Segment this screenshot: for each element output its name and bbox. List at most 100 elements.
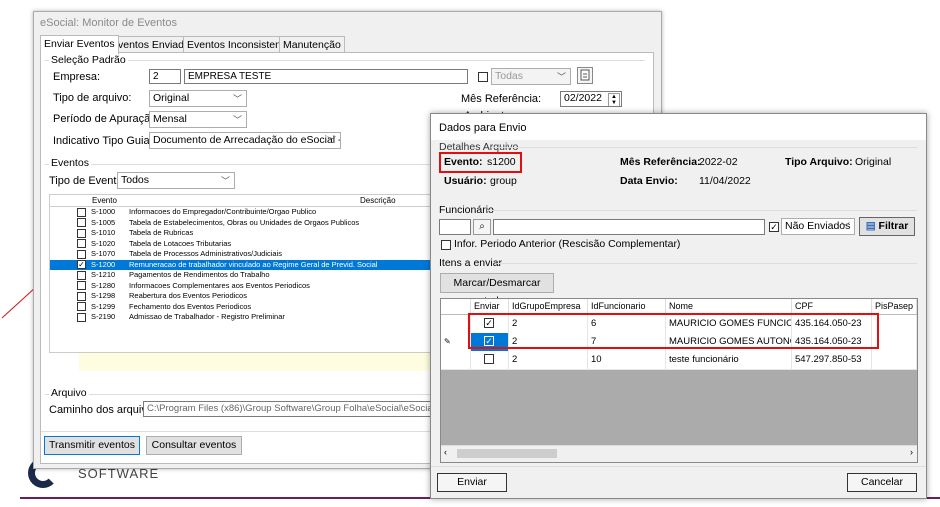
enviados-filter-combo[interactable]: Não Enviados ﹀ (781, 218, 855, 235)
evento-row[interactable]: S-1070 Tabela de Processos Administrativo… (50, 249, 440, 260)
enviar-checkbox[interactable] (484, 354, 494, 364)
evento-row[interactable]: S-1280 Informacoes Complementares aos Eve… (50, 281, 440, 292)
tipo-evento-combo[interactable]: Todos ﹀ (117, 172, 235, 189)
evento-code: S-1299 (91, 301, 116, 311)
data-envio-label: Data Envio: (620, 175, 678, 187)
evento-code: S-1070 (91, 249, 116, 258)
empresa-name-field[interactable]: EMPRESA TESTE (184, 69, 468, 84)
filter-checkbox[interactable]: ✓ (769, 222, 779, 232)
spinner-icon[interactable]: ▲ ▼ (608, 93, 620, 106)
periodo-label: Período de Apuração: (53, 113, 160, 125)
scroll-left-icon[interactable]: ‹ (444, 447, 447, 457)
evento-checkbox[interactable] (77, 207, 86, 217)
grupo-cell: 2 (509, 351, 588, 369)
tipo-arquivo-value: Original (153, 92, 190, 104)
evento-descricao: Informacoes do Empregador/Contribuinte/O… (129, 207, 317, 216)
evento-descricao: Pagamentos de Rendimentos do Trabalho (129, 270, 270, 279)
itens-row[interactable]: 2 10 teste funcionário 547.297.850-53 (441, 351, 917, 370)
evento-row[interactable]: S-1020 Tabela de Lotacoes Tributarias (50, 239, 440, 250)
evento-descricao: Admissao de Trabalhador - Registro Preli… (129, 312, 285, 321)
horizontal-scrollbar[interactable]: ‹ › (441, 445, 917, 462)
row-header[interactable] (441, 315, 471, 333)
evento-descricao: Remuneracao de trabalhador vinculado ao … (129, 259, 378, 269)
col-cpf-header: CPF (792, 299, 872, 314)
scrollbar-thumb[interactable] (457, 449, 557, 458)
evento-row[interactable]: S-1299 Fechamento dos Eventos Periodicos (50, 302, 440, 313)
filtrar-label: Filtrar (878, 220, 909, 232)
dados-envio-dialog: Dados para Envio Detalhes Arquivo Evento… (430, 113, 927, 499)
enviar-button[interactable]: Enviar (437, 473, 507, 492)
infor-periodo-label: Infor. Periodo Anterior (Rescisão Comple… (454, 238, 681, 250)
filtrar-button[interactable]: ▤ Filtrar (859, 217, 915, 236)
dlg-tipo-arquivo-label: Tipo Arquivo: (785, 156, 853, 168)
usuario-value: group (490, 175, 517, 187)
tipo-evento-label: Tipo de Evento: (49, 175, 126, 187)
evento-checkbox[interactable] (77, 291, 86, 301)
evento-descricao: Tabela de Lotacoes Tributarias (129, 238, 232, 248)
itens-group-label: Itens a enviar (439, 257, 503, 269)
lookup-button[interactable] (577, 67, 593, 84)
todas-checkbox[interactable] (478, 72, 488, 82)
col-pis-header: PisPasep (872, 299, 917, 314)
tipo-arquivo-combo[interactable]: Original ﹀ (149, 90, 247, 107)
cancelar-button[interactable]: Cancelar (847, 473, 917, 492)
evento-code: S-2190 (91, 312, 116, 321)
evento-checkbox[interactable] (77, 228, 86, 238)
col-descricao-header: Descrição (360, 196, 396, 205)
indicativo-combo[interactable]: Documento de Arrecadação do eSocial - DA… (149, 132, 341, 149)
evento-checkbox[interactable] (77, 312, 86, 322)
evento-row[interactable]: ✓ S-1200 Remuneracao de trabalhador vincul… (50, 259, 440, 270)
consultar-button[interactable]: Consultar eventos (146, 436, 242, 455)
evento-row[interactable]: S-1005 Tabela de Estabelecimentos, Obras … (50, 218, 440, 229)
evento-code: S-1210 (91, 270, 116, 279)
periodo-combo[interactable]: Mensal ﹀ (149, 111, 247, 128)
caminho-field[interactable]: C:\Program Files (x86)\Group Software\Gr… (143, 401, 443, 417)
evento-checkbox[interactable] (77, 281, 86, 290)
transmitir-button[interactable]: Transmitir eventos (44, 436, 140, 455)
document-icon (580, 69, 590, 81)
evento-row[interactable]: S-1010 Tabela de Rubricas (50, 228, 440, 239)
evento-checkbox[interactable] (77, 249, 86, 259)
arquivo-group-label: Arquivo (49, 387, 89, 399)
evento-row[interactable]: S-2190 Admissao de Trabalhador - Registro… (50, 312, 440, 323)
scroll-right-icon[interactable]: › (910, 447, 913, 457)
col-enviar-header: Enviar (471, 299, 509, 314)
todas-combo[interactable]: Todas ﹀ (491, 68, 571, 85)
evento-checkbox[interactable] (77, 302, 86, 311)
evento-descricao: Reabertura dos Eventos Periodicos (129, 291, 247, 300)
row-header[interactable] (441, 351, 471, 369)
enviar-cell[interactable] (471, 351, 509, 369)
periodo-value: Mensal (153, 113, 187, 125)
funcionario-code-field[interactable] (439, 219, 471, 235)
chevron-down-icon: ﹀ (232, 115, 242, 125)
edit-row-icon: ✎ (444, 337, 451, 346)
evento-row[interactable]: S-1000 Informacoes do Empregador/Contribu… (50, 207, 440, 218)
row-header[interactable]: ✎ (441, 333, 471, 351)
evento-checkbox[interactable]: ✓ (77, 260, 86, 269)
evento-checkbox[interactable] (77, 270, 86, 280)
info-strip (79, 353, 439, 371)
evento-checkbox[interactable] (77, 218, 86, 227)
dialog-title: Dados para Envio (439, 122, 527, 134)
tab-enviar-eventos[interactable]: Enviar Eventos (40, 35, 119, 54)
evento-code: S-1000 (91, 207, 116, 216)
infor-periodo-checkbox[interactable] (441, 240, 451, 250)
evento-row[interactable]: S-1210 Pagamentos de Rendimentos do Traba… (50, 270, 440, 281)
funcionario-name-field[interactable] (493, 219, 765, 235)
dlg-tipo-arquivo-value: Original (855, 156, 892, 168)
eventos-group-label: Eventos (49, 157, 91, 169)
mes-ref-field[interactable]: 02/2022 ▲ ▼ (560, 91, 622, 107)
chevron-down-icon: ﹀ (326, 136, 336, 146)
evento-row[interactable]: S-1298 Reabertura dos Eventos Periodicos (50, 291, 440, 302)
binoculars-icon: ⌕ (479, 221, 485, 232)
cpf-cell: 547.297.850-53 (792, 351, 872, 369)
evento-code: S-1010 (91, 228, 116, 237)
tab-manutencao[interactable]: Manutenção (279, 36, 345, 53)
marcar-desmarcar-button[interactable]: Marcar/Desmarcar todos (440, 273, 554, 307)
usuario-label: Usuário: (444, 175, 487, 187)
binoculars-button[interactable]: ⌕ (473, 219, 491, 235)
mes-ref-value: 02/2022 (564, 92, 602, 104)
chevron-down-icon: ﹀ (220, 176, 230, 186)
empresa-code-field[interactable]: 2 (149, 69, 181, 84)
evento-checkbox[interactable] (77, 239, 86, 248)
